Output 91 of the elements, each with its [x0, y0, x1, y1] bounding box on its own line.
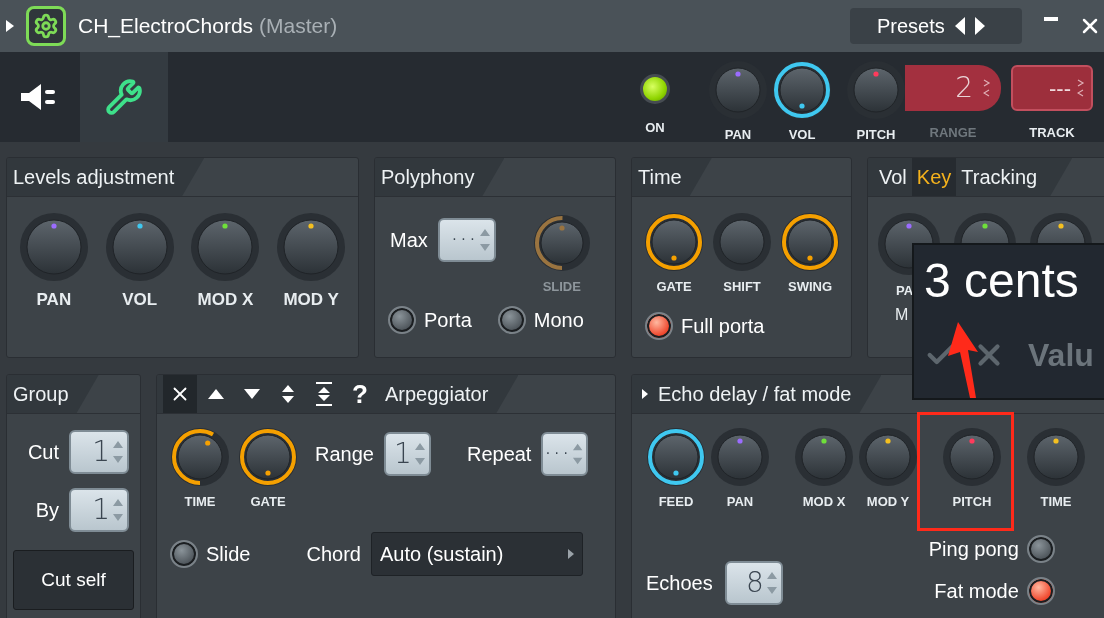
- knob-label: PA: [895, 282, 914, 300]
- spin-box[interactable]: 1: [69, 430, 129, 474]
- toggle-button[interactable]: [497, 305, 526, 334]
- bar-arrows-icon: [316, 382, 332, 406]
- arp-tool-button[interactable]: [163, 375, 197, 413]
- spin-box[interactable]: ···: [437, 218, 496, 262]
- previous-arrow-icon[interactable]: [954, 17, 965, 35]
- knob-label: VOL: [788, 126, 816, 144]
- knob-label: VOL: [122, 289, 158, 311]
- echoes-label: Echoes: [646, 570, 713, 596]
- track-box[interactable]: ---: [1011, 65, 1093, 111]
- knob-label: SHIFT: [723, 278, 761, 296]
- tooltip-text: Valu: [1028, 336, 1094, 375]
- knob-label: FEED: [658, 493, 694, 511]
- knob-label: PITCH: [952, 493, 992, 511]
- range-label: Range: [315, 442, 374, 467]
- panel-title: Arpeggiator: [385, 383, 489, 405]
- knob-label: PITCH: [856, 126, 896, 144]
- toggle-label: Fat mode: [934, 578, 1019, 604]
- knob-label: PAN: [36, 289, 72, 311]
- panel-title: Echo delay / fat mode: [658, 382, 852, 407]
- toggle-label: Porta: [424, 307, 472, 333]
- knob-label: TIME: [184, 493, 216, 511]
- toggle-button[interactable]: [388, 305, 416, 334]
- wrench-icon: [105, 78, 143, 116]
- gear-logo-icon: [26, 6, 66, 46]
- panel-tab[interactable]: Vol: [874, 158, 912, 196]
- panel-tab[interactable]: Tracking: [956, 158, 1043, 196]
- panel-title: Time: [638, 165, 682, 190]
- panel-title: Group: [13, 382, 69, 407]
- knob-label: MOD Y: [283, 289, 339, 311]
- wrench-tab[interactable]: [80, 52, 168, 142]
- presets-label[interactable]: Presets: [877, 11, 945, 41]
- range-label: RANGE: [929, 124, 977, 142]
- knob-label: MOD X: [197, 289, 254, 311]
- panel-tab[interactable]: Key: [911, 158, 957, 196]
- knob-label: GATE: [656, 278, 692, 296]
- next-arrow-icon[interactable]: [974, 17, 985, 35]
- repeat-label: Repeat: [466, 442, 532, 467]
- range-box[interactable]: 2: [905, 65, 1001, 111]
- dropdown-triangle-icon: [567, 548, 574, 559]
- field-label: Cut: [26, 440, 59, 465]
- cut-self-button[interactable]: Cut self: [13, 550, 134, 610]
- spin-box[interactable]: 1: [383, 432, 431, 476]
- expand-triangle-icon[interactable]: [642, 389, 648, 399]
- knob[interactable]: [171, 428, 229, 486]
- knob-label: PAN: [724, 126, 752, 144]
- track-label: TRACK: [1029, 124, 1075, 142]
- power-led[interactable]: [640, 74, 670, 104]
- row-label: M: [895, 304, 910, 325]
- chord-dropdown[interactable]: Auto (sustain): [370, 531, 583, 576]
- toggle-label: Slide: [206, 541, 251, 567]
- panel-title: Polyphony: [381, 165, 475, 190]
- toggle-button[interactable]: [1026, 534, 1055, 563]
- tooltip-value: 3 cents: [924, 257, 1080, 305]
- window-subtitle: (Master): [259, 13, 338, 40]
- knob-label: MOD X: [802, 493, 846, 511]
- knob[interactable]: [533, 215, 590, 271]
- knob[interactable]: [781, 213, 839, 271]
- spin-box[interactable]: ···: [541, 432, 589, 476]
- knob[interactable]: [645, 213, 703, 271]
- knob[interactable]: [773, 61, 831, 119]
- knob-label: GATE: [250, 493, 286, 511]
- panel-title: Levels adjustment: [13, 165, 175, 190]
- knob-label: TIME: [1040, 493, 1072, 511]
- window-title: CH_ElectroChords: [78, 13, 254, 40]
- knob-label: SLIDE: [542, 278, 581, 296]
- knob[interactable]: [239, 428, 297, 486]
- knob-label: ON: [645, 119, 665, 137]
- chevrons-icon: [983, 78, 991, 98]
- chord-label: Chord: [306, 541, 361, 567]
- help-button[interactable]: ?: [343, 375, 377, 413]
- toggle-label: Mono: [533, 307, 584, 333]
- spin-box[interactable]: 1: [69, 488, 129, 532]
- knob-label: MOD Y: [866, 493, 910, 511]
- toggle-label: Ping pong: [928, 536, 1019, 562]
- max-label: Max: [390, 228, 428, 253]
- expand-triangle-icon[interactable]: [6, 20, 14, 32]
- toggle-button[interactable]: [645, 311, 673, 340]
- knob-label: PAN: [726, 493, 754, 511]
- chevrons-icon: [1077, 78, 1085, 98]
- knob-label: SWING: [787, 278, 833, 296]
- up-triangle-icon: [208, 389, 224, 399]
- toggle-label: Full porta: [681, 313, 765, 339]
- spin-box[interactable]: 8: [724, 560, 783, 605]
- field-label: By: [34, 498, 59, 523]
- down-triangle-icon: [244, 389, 260, 399]
- knob[interactable]: [647, 428, 705, 486]
- toggle-button[interactable]: [170, 539, 198, 568]
- toggle-button[interactable]: [1026, 576, 1055, 605]
- up-down-arrows-icon: [282, 384, 294, 404]
